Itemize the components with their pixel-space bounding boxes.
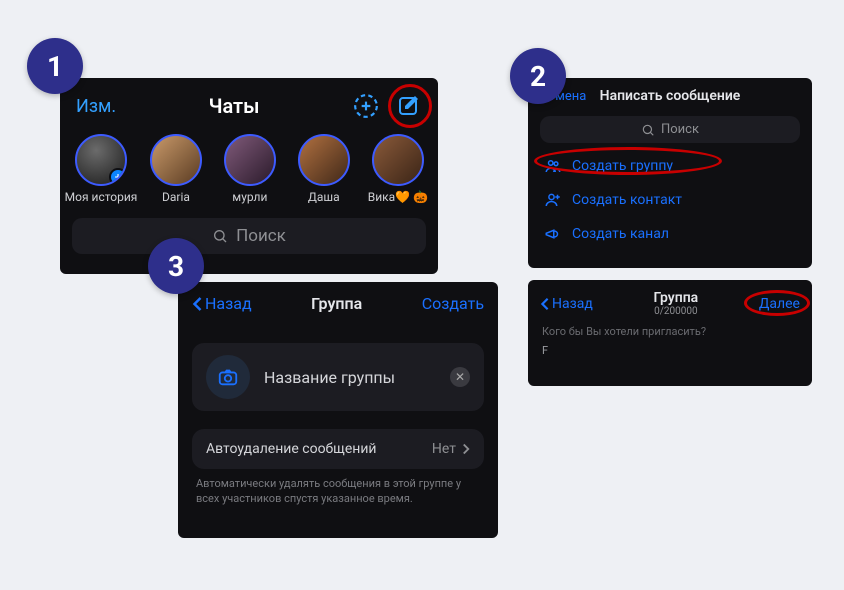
- group-icon: [544, 157, 562, 175]
- group-members-screen: Назад Группа 0/200000 Далее Кого бы Вы х…: [528, 280, 812, 386]
- story-my[interactable]: + Моя история: [70, 134, 132, 204]
- group-count: 0/200000: [653, 306, 698, 317]
- back-button[interactable]: Назад: [540, 296, 593, 312]
- chats-title: Чаты: [209, 94, 260, 118]
- row-label: Создать контакт: [572, 192, 682, 208]
- group-title-block: Группа 0/200000: [653, 290, 698, 317]
- invite-prompt: Кого бы Вы хотели пригласить?: [528, 321, 812, 342]
- group-setup-screen: Назад Группа Создать Название группы ✕ А…: [178, 282, 498, 538]
- chevron-left-icon: [540, 297, 550, 311]
- story-label: Моя история: [65, 190, 138, 204]
- add-story-icon[interactable]: [352, 92, 380, 120]
- story-label: мурли: [232, 190, 267, 204]
- step-badge-3: 3: [148, 238, 204, 294]
- clear-icon[interactable]: ✕: [450, 367, 470, 387]
- chevron-left-icon: [192, 296, 203, 312]
- compose-icon[interactable]: [394, 92, 422, 120]
- step-badge-2: 2: [510, 48, 566, 104]
- group-title: Группа: [311, 294, 362, 313]
- contact-icon: [544, 191, 562, 209]
- autodelete-note: Автоматически удалять сообщения в этой г…: [178, 469, 498, 507]
- chats-screen: Изм. Чаты + Моя история: [60, 78, 438, 274]
- new-message-title: Написать сообщение: [600, 88, 741, 104]
- story-item[interactable]: мурли: [220, 134, 280, 204]
- group-name-input[interactable]: Название группы: [264, 368, 436, 387]
- search-input[interactable]: Поиск: [540, 116, 800, 143]
- search-icon: [212, 228, 228, 244]
- autodelete-value: Нет: [432, 441, 456, 457]
- search-placeholder: Поиск: [661, 122, 699, 137]
- search-icon: [641, 123, 655, 137]
- group-title: Группа: [653, 290, 698, 306]
- camera-icon: [217, 366, 239, 388]
- step-badge-1: 1: [27, 38, 83, 94]
- keyboard-hint: F: [528, 342, 812, 359]
- group-name-card: Название группы ✕: [192, 343, 484, 411]
- stories-row[interactable]: + Моя история Daria мурли Даша Вика🧡 🎃: [60, 126, 438, 210]
- autodelete-label: Автоудаление сообщений: [206, 441, 377, 457]
- create-channel-row[interactable]: Создать канал: [528, 217, 812, 251]
- megaphone-icon: [544, 225, 562, 243]
- plus-icon: +: [109, 168, 127, 186]
- create-button[interactable]: Создать: [422, 294, 484, 313]
- chats-topbar: Изм. Чаты: [60, 78, 438, 126]
- group-photo-button[interactable]: [206, 355, 250, 399]
- next-button[interactable]: Далее: [759, 296, 800, 312]
- edit-button[interactable]: Изм.: [76, 96, 116, 117]
- autodelete-row[interactable]: Автоудаление сообщений Нет: [192, 429, 484, 469]
- story-item[interactable]: Daria: [146, 134, 206, 204]
- row-label: Создать группу: [572, 158, 673, 174]
- story-label: Даша: [308, 190, 340, 204]
- search-placeholder: Поиск: [236, 226, 286, 246]
- row-label: Создать канал: [572, 226, 669, 242]
- create-contact-row[interactable]: Создать контакт: [528, 183, 812, 217]
- new-message-screen: Отмена Написать сообщение Поиск Создать …: [528, 78, 812, 268]
- create-group-row[interactable]: Создать группу: [528, 149, 812, 183]
- story-label: Вика🧡 🎃: [368, 190, 428, 204]
- story-label: Daria: [162, 190, 190, 204]
- chevron-right-icon: [462, 443, 470, 455]
- back-button[interactable]: Назад: [192, 294, 252, 313]
- story-item[interactable]: Даша: [294, 134, 354, 204]
- search-input[interactable]: Поиск: [72, 218, 426, 254]
- story-item[interactable]: Вика🧡 🎃: [368, 134, 428, 204]
